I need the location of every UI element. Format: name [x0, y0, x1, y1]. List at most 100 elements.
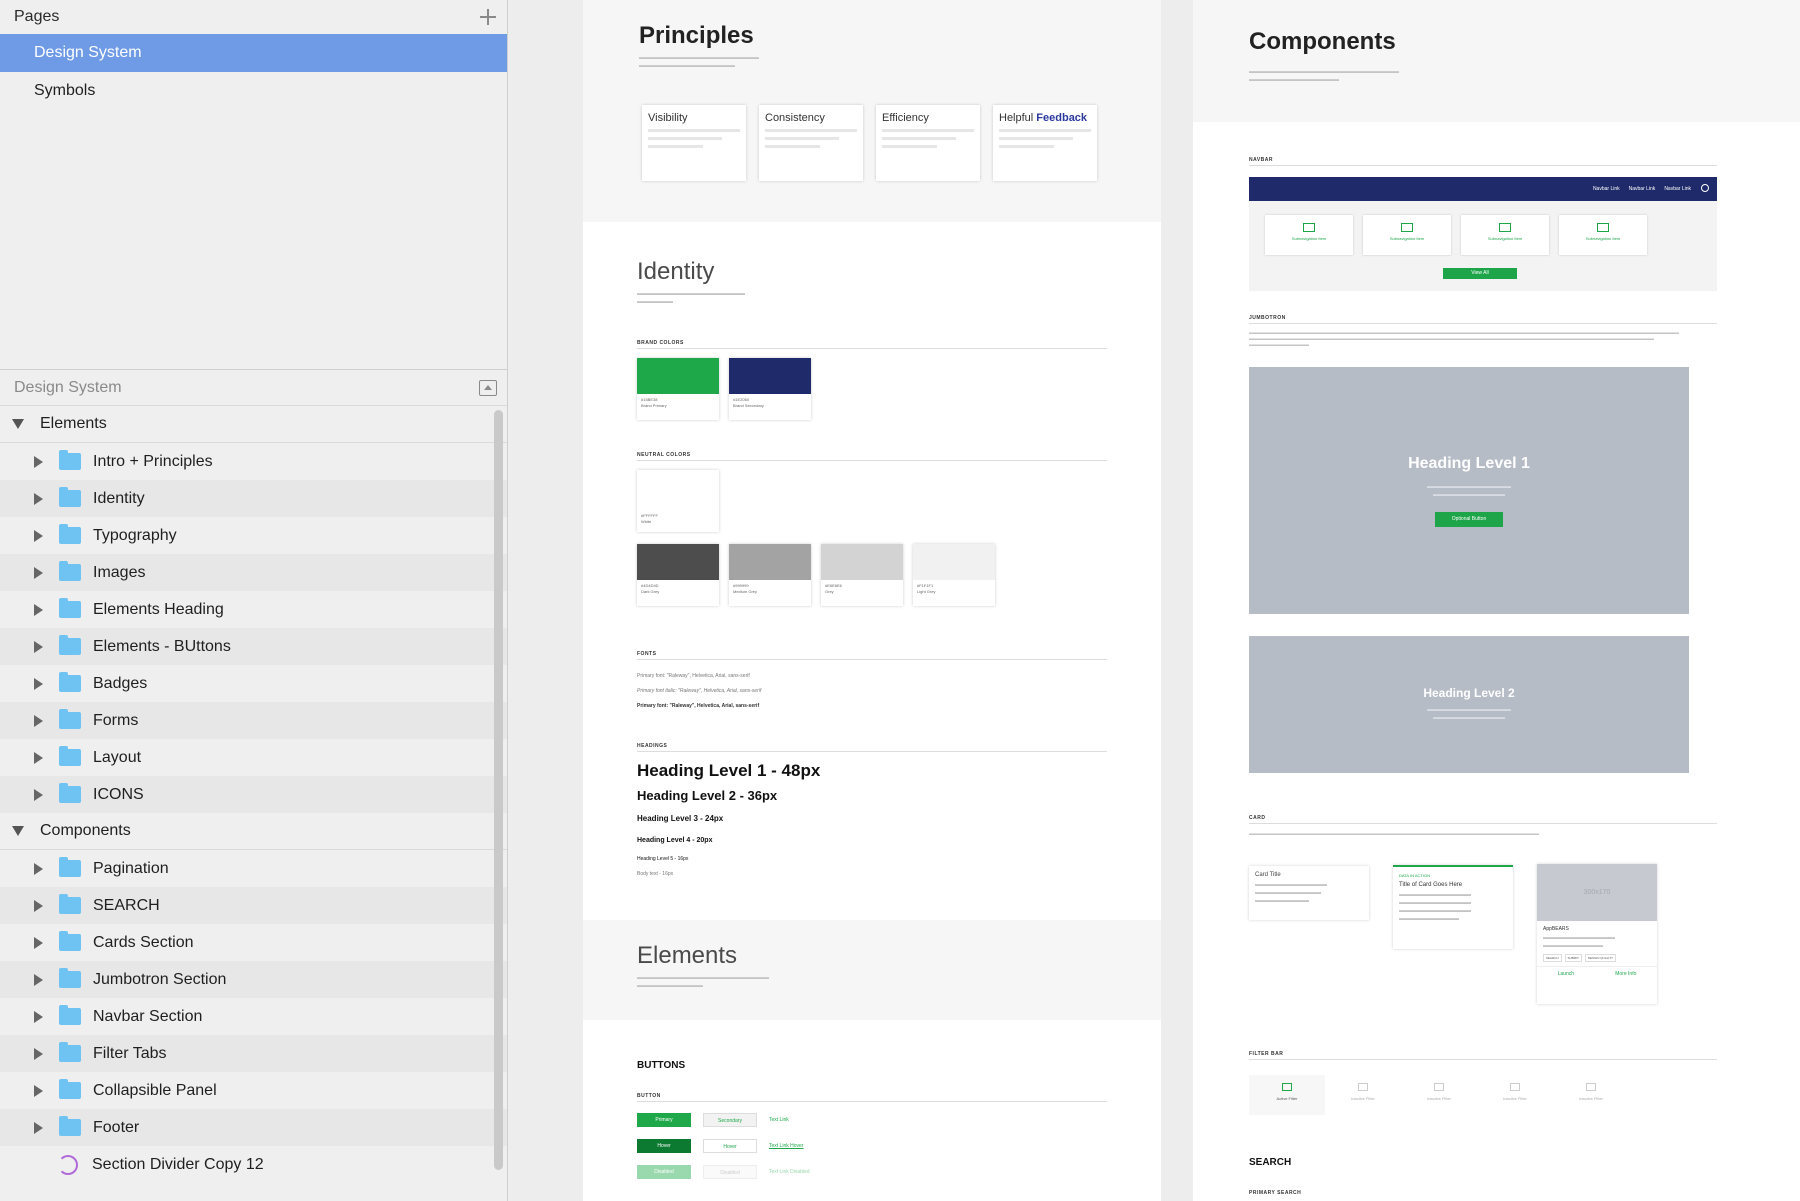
layer-label: Forms — [93, 711, 139, 729]
filter-tab-inactive: Inactive Filter — [1325, 1075, 1401, 1115]
layers-scrollbar[interactable] — [494, 410, 503, 1170]
jumbotron-sample-2: Heading Level 2 ▬▬▬▬▬▬▬▬▬▬▬▬▬▬ ▬▬▬▬▬▬▬▬▬▬… — [1249, 636, 1689, 773]
filter-tab-inactive: Inactive Filter — [1477, 1075, 1553, 1115]
layer-item-search[interactable]: SEARCH — [0, 887, 507, 924]
card-tags: SEARCH SUBMIT DESIGN QUALITY — [1537, 950, 1657, 966]
layer-label: Cards Section — [93, 933, 194, 951]
layer-item-navbar-section[interactable]: Navbar Section — [0, 998, 507, 1035]
layer-item-pagination[interactable]: Pagination — [0, 850, 507, 887]
filter-tab-inactive: Inactive Filter — [1553, 1075, 1629, 1115]
layer-group-label: Elements — [40, 415, 107, 432]
disclosure-closed-icon[interactable] — [34, 973, 43, 986]
layer-label: Images — [93, 563, 146, 581]
layer-item-icons[interactable]: ICONS — [0, 776, 507, 813]
layer-item-jumbotron-section[interactable]: Jumbotron Section — [0, 961, 507, 998]
layer-item-elements-buttons[interactable]: Elements - BUttons — [0, 628, 507, 665]
layer-item-collapsible-panel[interactable]: Collapsible Panel — [0, 1072, 507, 1109]
folder-icon — [59, 1079, 81, 1099]
color-swatch-brand-secondary: #1E2060 Brand Secondary — [729, 358, 811, 420]
disclosure-closed-icon[interactable] — [34, 1010, 43, 1023]
layer-group-elements[interactable]: Elements — [0, 406, 507, 443]
elements-title: Elements — [637, 942, 738, 969]
swatch-color — [913, 544, 995, 580]
folder-icon — [59, 968, 81, 988]
search-title: SEARCH — [1249, 1157, 1292, 1168]
heading-sample-4: Heading Level 4 - 20px — [637, 837, 713, 844]
components-description: ▬▬▬▬▬▬▬▬▬▬▬▬▬▬▬▬▬▬▬▬▬▬▬▬▬ ▬▬▬▬▬▬▬▬▬▬▬▬▬▬▬ — [1249, 69, 1399, 83]
disclosure-closed-icon[interactable] — [34, 492, 43, 505]
disclosure-open-icon[interactable] — [12, 419, 24, 429]
image-icon — [1499, 223, 1511, 232]
folder-icon — [59, 487, 81, 507]
buttons-title: BUTTONS — [637, 1060, 686, 1071]
layer-label: ICONS — [93, 785, 144, 803]
artboard-design-system[interactable]: Principles ▬▬▬▬▬▬▬▬▬▬▬▬▬▬▬▬▬▬▬▬ ▬▬▬▬▬▬▬▬▬… — [583, 0, 1161, 1201]
disclosure-closed-icon[interactable] — [34, 455, 43, 468]
layer-item-images[interactable]: Images — [0, 554, 507, 591]
layer-item-intro-principles[interactable]: Intro + Principles — [0, 443, 507, 480]
layer-group-components[interactable]: Components — [0, 813, 507, 850]
disclosure-closed-icon[interactable] — [34, 529, 43, 542]
card-sample-featured: DATA IN ACTION Title of Card Goes Here ▬… — [1393, 865, 1513, 949]
folder-icon — [59, 1042, 81, 1062]
page-item-symbols[interactable]: Symbols — [0, 72, 507, 110]
disclosure-closed-icon[interactable] — [34, 677, 43, 690]
layer-item-layout[interactable]: Layout — [0, 739, 507, 776]
image-icon — [1586, 1083, 1596, 1091]
jumbotron-sample-1: Heading Level 1 ▬▬▬▬▬▬▬▬▬▬▬▬▬▬ ▬▬▬▬▬▬▬▬▬▬… — [1249, 367, 1689, 614]
navbar-sample: Navbar Link Navbar Link Navbar Link — [1249, 177, 1717, 201]
layer-item-section-divider[interactable]: Section Divider Copy 12 — [0, 1146, 507, 1183]
button-label: BUTTON — [637, 1093, 661, 1099]
disclosure-closed-icon[interactable] — [34, 1084, 43, 1097]
card-title: Title of Card Goes Here — [1399, 882, 1463, 888]
swatch-color — [637, 358, 719, 394]
jumbotron-heading-1: Heading Level 1 — [1408, 455, 1530, 472]
disclosure-closed-icon[interactable] — [34, 788, 43, 801]
disclosure-open-icon[interactable] — [12, 826, 24, 836]
page-item-design-system[interactable]: Design System — [0, 34, 507, 72]
layer-item-badges[interactable]: Badges — [0, 665, 507, 702]
folder-icon — [59, 709, 81, 729]
nav-links: Navbar Link Navbar Link Navbar Link — [1592, 186, 1691, 192]
add-page-icon[interactable] — [479, 8, 497, 26]
disclosure-closed-icon[interactable] — [34, 936, 43, 949]
elements-description: ▬▬▬▬▬▬▬▬▬▬▬▬▬▬▬▬▬▬▬▬▬▬ ▬▬▬▬▬▬▬▬▬▬▬ — [637, 975, 769, 989]
text-link-disabled-sample: Text Link Disabled — [769, 1169, 810, 1175]
image-icon — [1510, 1083, 1520, 1091]
disclosure-closed-icon[interactable] — [34, 714, 43, 727]
layers-sidebar: Pages Design System Symbols Design Syste… — [0, 0, 508, 1201]
layer-item-forms[interactable]: Forms — [0, 702, 507, 739]
card-tag: DATA IN ACTION — [1399, 873, 1430, 878]
card-title: AppBEARS — [1543, 926, 1569, 932]
disclosure-closed-icon[interactable] — [34, 1121, 43, 1134]
principle-title: Visibility — [648, 112, 688, 124]
layer-item-filter-tabs[interactable]: Filter Tabs — [0, 1035, 507, 1072]
design-canvas[interactable]: Principles ▬▬▬▬▬▬▬▬▬▬▬▬▬▬▬▬▬▬▬▬ ▬▬▬▬▬▬▬▬▬… — [509, 0, 1800, 1201]
layer-item-typography[interactable]: Typography — [0, 517, 507, 554]
folder-icon — [59, 524, 81, 544]
layer-item-identity[interactable]: Identity — [0, 480, 507, 517]
disclosure-closed-icon[interactable] — [34, 640, 43, 653]
layer-item-footer[interactable]: Footer — [0, 1109, 507, 1146]
collapse-layers-icon[interactable] — [479, 379, 497, 396]
disclosure-closed-icon[interactable] — [34, 603, 43, 616]
folder-icon — [59, 1005, 81, 1025]
principle-card-consistency: Consistency — [759, 105, 863, 181]
swatch-color — [729, 544, 811, 580]
artboard-components[interactable]: Components ▬▬▬▬▬▬▬▬▬▬▬▬▬▬▬▬▬▬▬▬▬▬▬▬▬ ▬▬▬▬… — [1193, 0, 1800, 1201]
swatch-color — [821, 544, 903, 580]
disclosure-closed-icon[interactable] — [34, 1047, 43, 1060]
font-line-3: Primary font: "Raleway", Helvetica, Aria… — [637, 703, 760, 709]
pages-title: Pages — [14, 8, 60, 25]
layer-item-cards-section[interactable]: Cards Section — [0, 924, 507, 961]
disclosure-closed-icon[interactable] — [34, 566, 43, 579]
disclosure-closed-icon[interactable] — [34, 751, 43, 764]
disclosure-closed-icon[interactable] — [34, 899, 43, 912]
layer-label: Navbar Section — [93, 1007, 203, 1025]
heading-sample-1: Heading Level 1 - 48px — [637, 761, 821, 780]
principles-title: Principles — [639, 22, 754, 49]
disclosure-closed-icon[interactable] — [34, 862, 43, 875]
secondary-button-sample: Secondary — [703, 1113, 757, 1127]
layer-list: Elements Intro + Principles Identity Typ… — [0, 406, 507, 1183]
layer-item-elements-heading[interactable]: Elements Heading — [0, 591, 507, 628]
